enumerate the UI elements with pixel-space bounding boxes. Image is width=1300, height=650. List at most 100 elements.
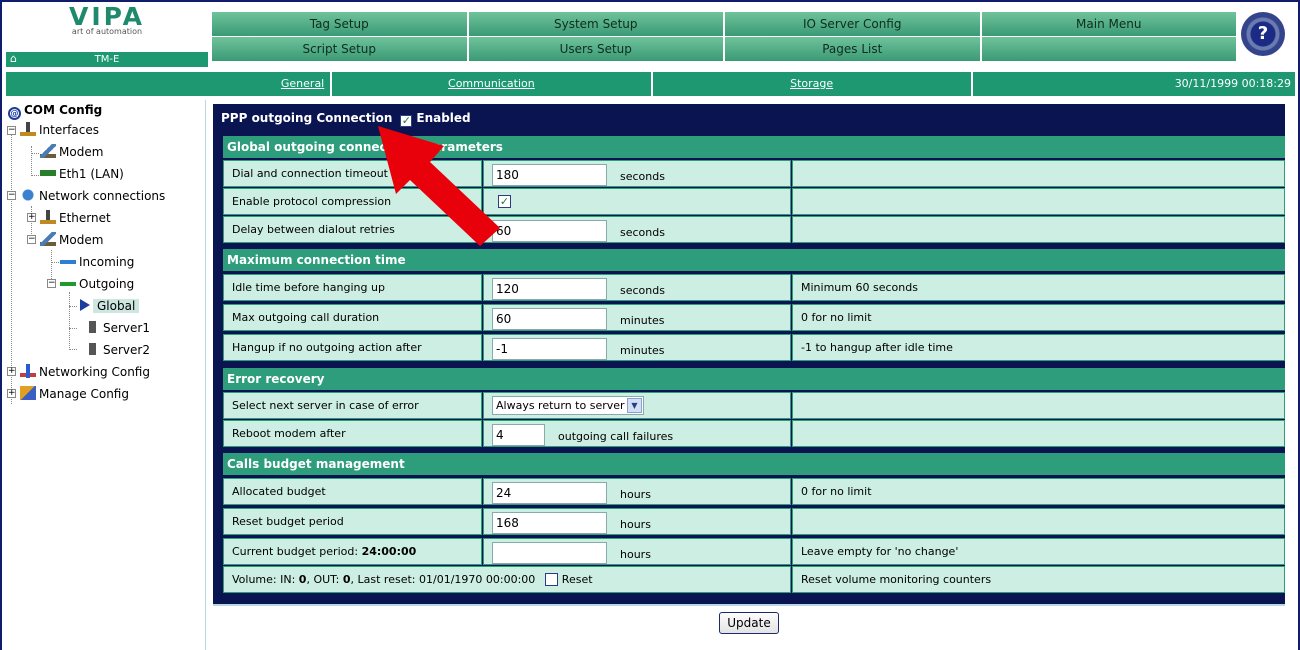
modem-icon — [40, 144, 56, 158]
menu-tag-setup[interactable]: Tag Setup — [212, 12, 468, 36]
tree-label: Modem — [59, 145, 104, 159]
reset-checkbox[interactable] — [544, 573, 558, 586]
update-button[interactable]: Update — [719, 612, 779, 634]
tree-node-modem-connection[interactable]: Modem — [40, 230, 103, 250]
tree-node-ethernet[interactable]: Ethernet — [40, 208, 111, 228]
expand-icon[interactable]: + — [7, 367, 16, 376]
tab-general[interactable]: General — [6, 72, 333, 96]
row-input-cell: 60 minutes — [483, 304, 791, 331]
current-period-value: 24:00:00 — [361, 545, 417, 558]
row-input-cell: 60 seconds — [483, 216, 791, 243]
help-glyph: ? — [1257, 23, 1269, 44]
menu-pages-list[interactable]: Pages List — [725, 37, 981, 61]
row-label: Reset budget period — [223, 508, 482, 535]
main-menu: Tag Setup System Setup IO Server Config … — [212, 12, 1238, 62]
tab-storage[interactable]: Storage — [652, 72, 973, 96]
server-icon — [84, 342, 100, 356]
row-label: Max outgoing call duration — [223, 304, 482, 331]
tree-label: Incoming — [79, 255, 135, 269]
expand-icon[interactable]: + — [7, 389, 16, 398]
tab-communication[interactable]: Communication — [332, 72, 653, 96]
tree-node-networking-config[interactable]: Networking Config — [20, 362, 150, 382]
expand-icon[interactable]: + — [27, 213, 36, 222]
menu-system-setup[interactable]: System Setup — [468, 12, 724, 36]
tree-line — [31, 175, 39, 176]
max-call-input[interactable]: 60 — [492, 308, 607, 330]
tree-label: Server2 — [103, 343, 150, 357]
row-label: Select next server in case of error — [223, 392, 482, 419]
collapse-icon[interactable]: − — [47, 279, 56, 288]
config-tree: @ COM Config − Interfaces Modem Eth1 (LAN… — [6, 100, 206, 650]
red-annotation-arrow-icon — [378, 126, 500, 246]
row-hint — [792, 188, 1285, 215]
volume-out-label: , OUT: — [306, 573, 340, 586]
unit-label: hours — [620, 548, 651, 561]
volume-in-label: Volume: IN: — [232, 573, 296, 586]
tree-label: Interfaces — [39, 123, 99, 137]
menu-main-menu[interactable]: Main Menu — [981, 12, 1237, 36]
row-input-cell: hours — [483, 538, 791, 565]
reboot-modem-input[interactable]: 4 — [492, 424, 545, 446]
next-server-select[interactable]: Always return to server 1 ▼ — [492, 396, 644, 415]
hangup-after-input[interactable]: -1 — [492, 338, 607, 360]
allocated-budget-input[interactable]: 24 — [492, 482, 607, 504]
tree-node-eth1[interactable]: Eth1 (LAN) — [40, 164, 124, 184]
current-period-input[interactable] — [492, 542, 607, 564]
collapse-icon[interactable]: − — [7, 191, 16, 200]
tree-line — [11, 126, 12, 404]
tree-label: Networking Config — [39, 365, 150, 379]
row-input-cell: 168 hours — [483, 508, 791, 535]
collapse-icon[interactable]: − — [7, 126, 16, 135]
tree-node-server2[interactable]: Server2 — [84, 340, 150, 360]
row-hangup-after: Hangup if no outgoing action after -1 mi… — [223, 334, 1285, 364]
dialout-delay-input[interactable]: 60 — [492, 220, 607, 242]
unit-label: hours — [620, 488, 651, 501]
unit-label: hours — [620, 518, 651, 531]
tree-label: Manage Config — [39, 387, 129, 401]
row-hint — [792, 160, 1285, 187]
tree-node-server1[interactable]: Server1 — [84, 318, 150, 338]
incoming-icon — [60, 254, 76, 268]
chevron-down-icon[interactable]: ▼ — [627, 398, 642, 413]
server-icon — [84, 320, 100, 334]
tree-node-com-config[interactable]: @ COM Config — [8, 100, 102, 120]
menu-users-setup[interactable]: Users Setup — [468, 37, 724, 61]
menu-script-setup[interactable]: Script Setup — [212, 37, 468, 61]
globe-icon — [20, 188, 36, 202]
vipa-logo: VIPA art of automation — [6, 4, 208, 36]
tree-node-incoming[interactable]: Incoming — [60, 252, 134, 272]
reset-period-input[interactable]: 168 — [492, 512, 607, 534]
modem-icon — [40, 232, 56, 246]
row-max-call: Max outgoing call duration 60 minutes 0 … — [223, 304, 1285, 334]
tree-node-manage-config[interactable]: Manage Config — [20, 384, 129, 404]
tree-label: Server1 — [103, 321, 150, 335]
divider — [213, 604, 1285, 606]
networking-config-icon — [20, 364, 36, 378]
row-input-cell: 4 outgoing call failures — [483, 420, 791, 447]
tree-line — [51, 262, 59, 263]
row-hint — [792, 392, 1285, 419]
enabled-label: Enabled — [416, 111, 471, 125]
tree-node-network-connections[interactable]: Network connections — [20, 186, 165, 206]
row-input-cell: ✓ — [483, 188, 791, 215]
collapse-icon[interactable]: − — [27, 235, 36, 244]
dial-timeout-input[interactable]: 180 — [492, 164, 607, 186]
section-max-connection-time: Maximum connection time — [223, 249, 1285, 271]
menu-io-server-config[interactable]: IO Server Config — [725, 12, 981, 36]
tree-line — [31, 153, 39, 154]
tree-node-global[interactable]: Global — [80, 296, 140, 316]
manage-config-icon — [20, 386, 36, 400]
tree-node-outgoing[interactable]: Outgoing — [60, 274, 134, 294]
tree-node-modem[interactable]: Modem — [40, 142, 103, 162]
row-hint: 0 for no limit — [792, 304, 1285, 331]
row-hint: Minimum 60 seconds — [792, 274, 1285, 301]
section-error-recovery: Error recovery — [223, 368, 1285, 390]
help-icon[interactable]: ? — [1241, 12, 1285, 56]
row-idle-time: Idle time before hanging up 120 seconds … — [223, 274, 1285, 304]
section-tabs: General Communication Storage 30/11/1999… — [6, 72, 1295, 96]
idle-time-input[interactable]: 120 — [492, 278, 607, 300]
interfaces-icon — [20, 122, 36, 136]
tree-node-interfaces[interactable]: Interfaces — [20, 120, 99, 140]
row-volume: Volume: IN: 0, OUT: 0, Last reset: 01/01… — [223, 566, 1285, 596]
tree-label: Modem — [59, 233, 104, 247]
